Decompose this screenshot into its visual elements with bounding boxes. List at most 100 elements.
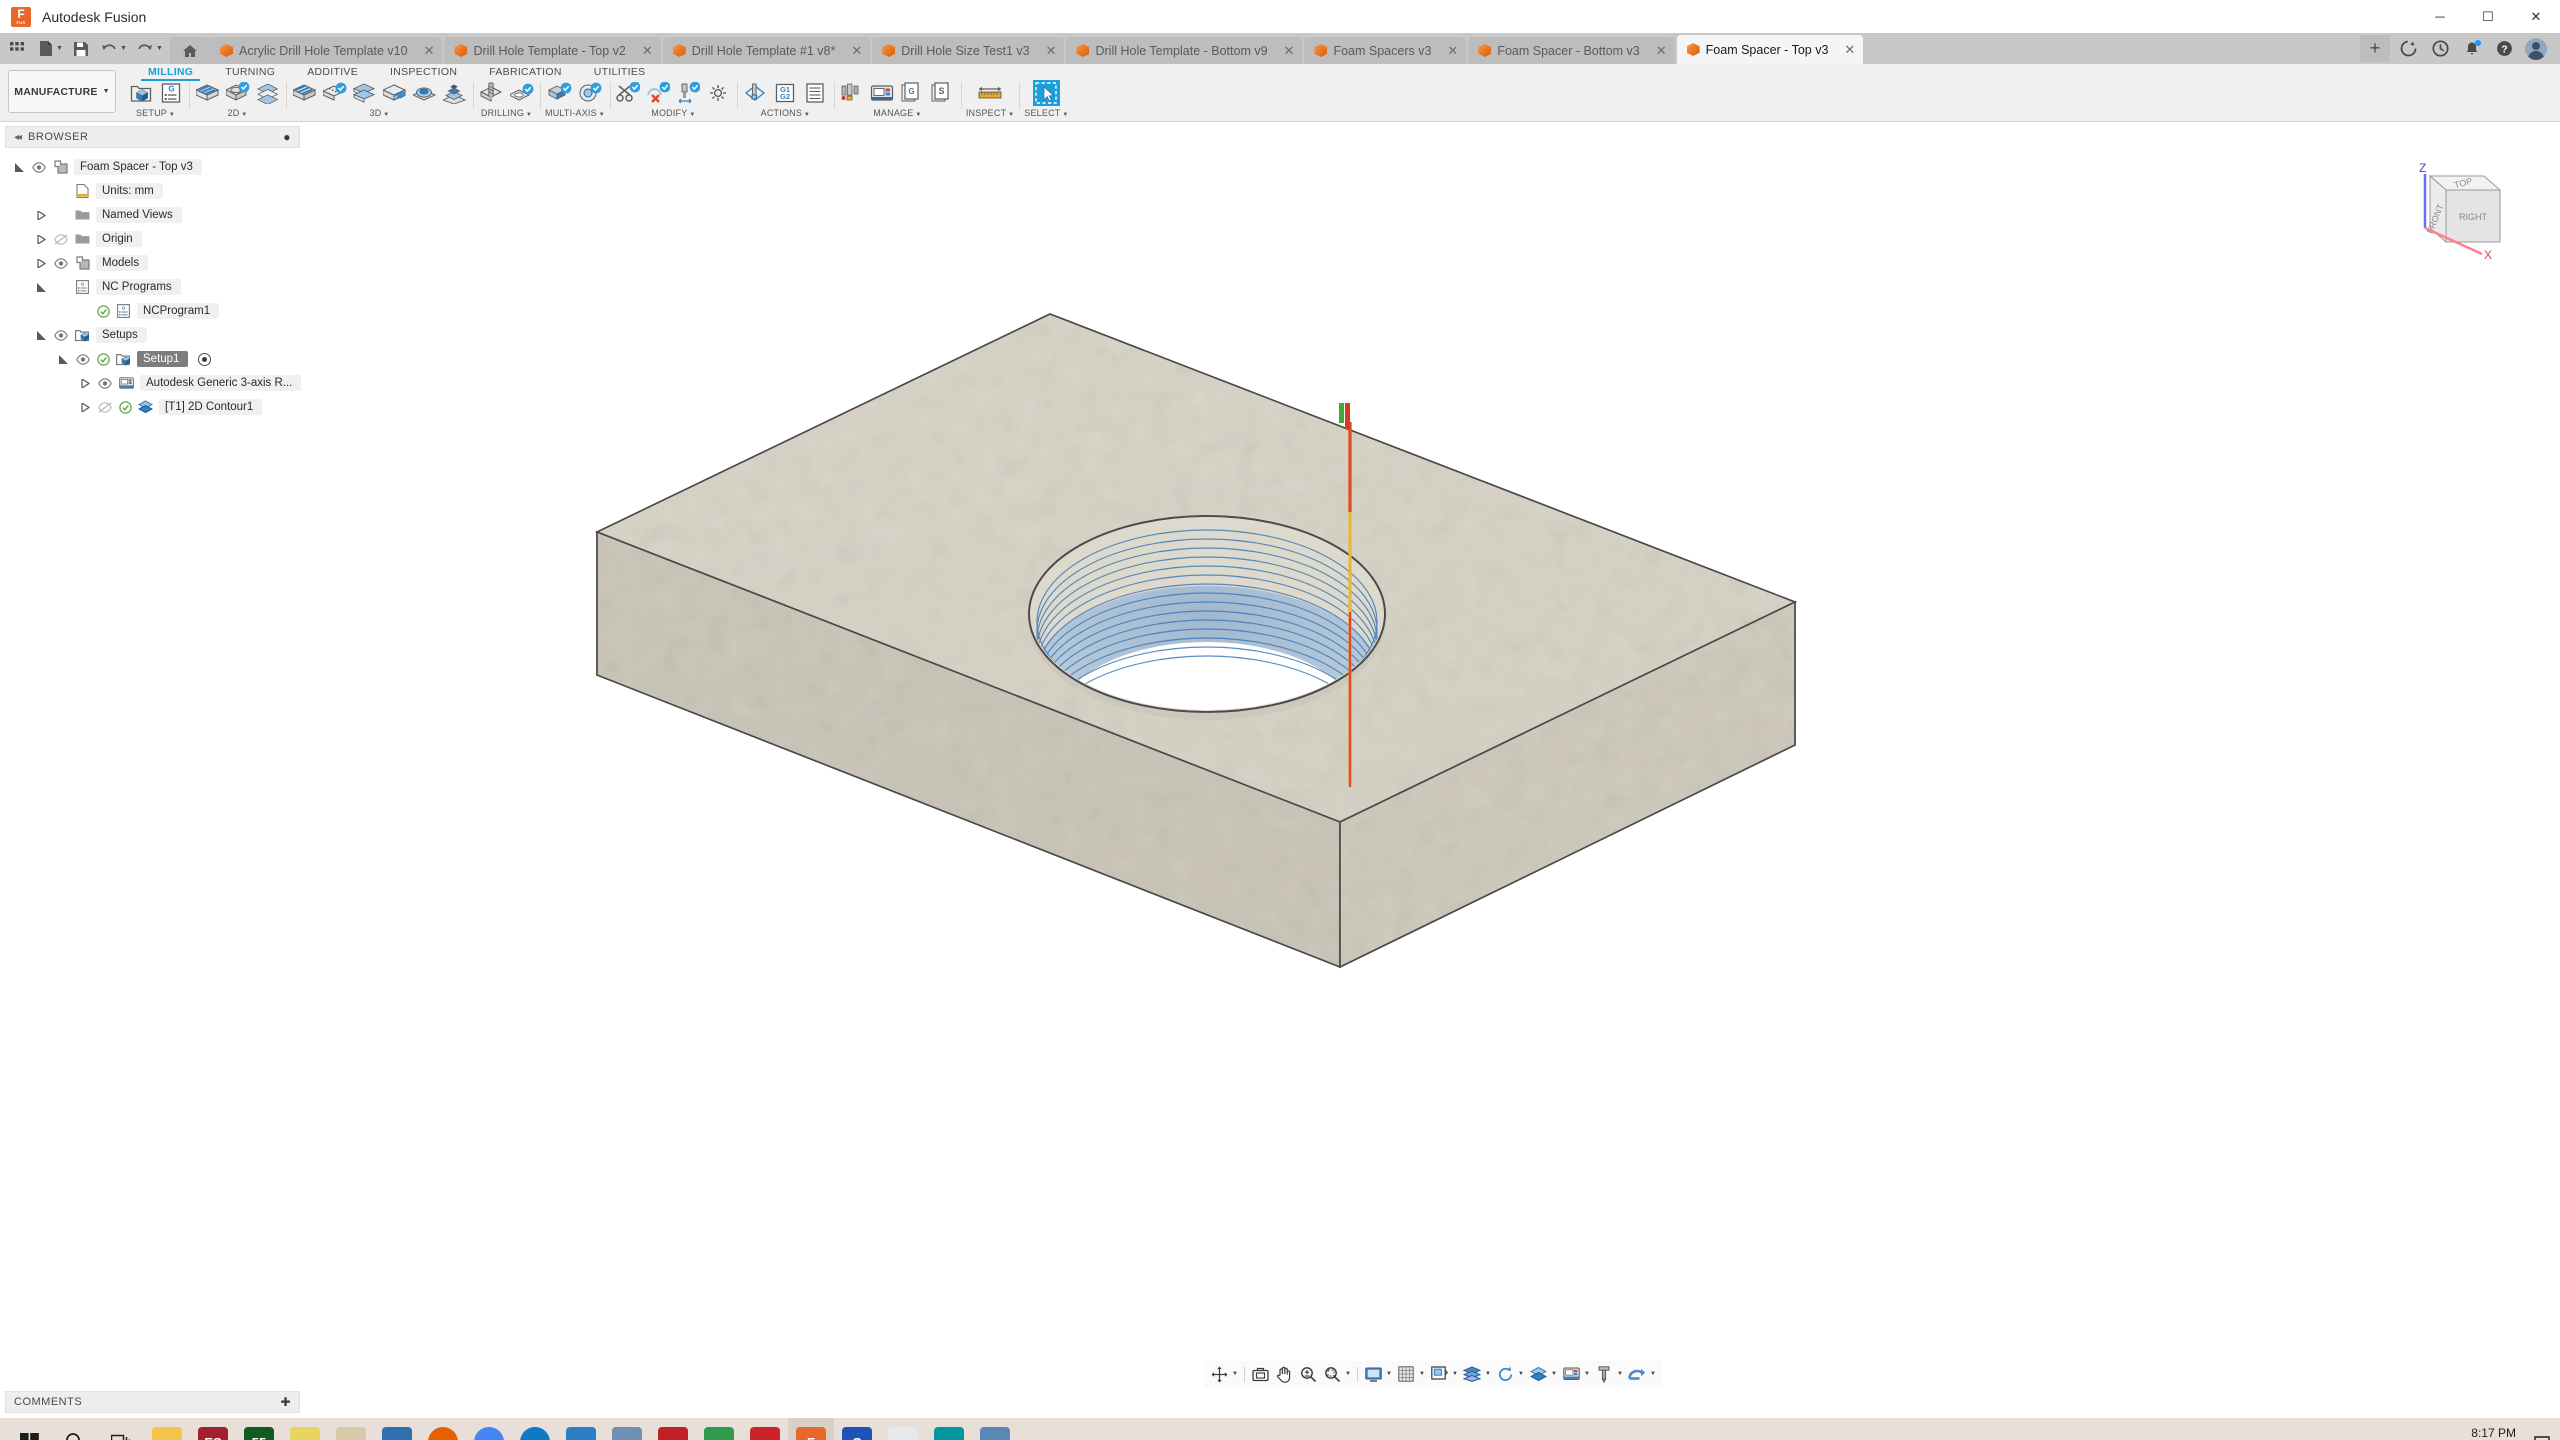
workspace-selector[interactable]: MANUFACTURE ▼ (8, 70, 116, 113)
taskbar-app-microsoft-edge[interactable] (512, 1418, 558, 1440)
help-question-icon[interactable]: ? (2490, 35, 2518, 63)
document-tab[interactable]: Drill Hole Template #1 v8* ✕ (662, 37, 871, 64)
simulate-icon[interactable] (742, 80, 769, 106)
active-setup-radio[interactable] (198, 352, 212, 366)
browser-tree-item-label[interactable]: Named Views (96, 207, 182, 223)
refresh-view-icon[interactable] (1494, 1363, 1517, 1386)
close-button[interactable]: ✕ (2512, 0, 2560, 33)
orbit-icon[interactable] (1208, 1363, 1231, 1386)
browser-tree-item-label[interactable]: NCProgram1 (137, 303, 220, 319)
taskbar-app-remote-desktop[interactable] (604, 1418, 650, 1440)
expanded-triangle-icon[interactable] (34, 330, 48, 340)
close-tab-icon[interactable]: ✕ (642, 43, 653, 59)
tool-change-icon[interactable] (675, 80, 702, 106)
taskbar-app-virtualbox[interactable] (374, 1418, 420, 1440)
ribbon-group-label[interactable]: 2D ▼ (228, 108, 248, 118)
chevron-down-icon[interactable]: ▼ (1006, 112, 1014, 118)
chevron-down-icon[interactable]: ▼ (1517, 1371, 1526, 1377)
new-document-icon[interactable] (32, 36, 58, 62)
undo-caret-icon[interactable]: ▼ (120, 45, 130, 52)
taskbar-app-visual-studio-code[interactable] (558, 1418, 604, 1440)
document-tab[interactable]: Drill Hole Template - Bottom v9 ✕ (1066, 37, 1303, 64)
expanded-triangle-icon[interactable] (56, 354, 70, 364)
taskbar-app-app-55[interactable]: 55 (236, 1418, 282, 1440)
machine-display-icon[interactable] (1560, 1363, 1583, 1386)
chevron-down-icon[interactable]: ▼ (1344, 1371, 1353, 1377)
document-tab[interactable]: Foam Spacers v3 ✕ (1304, 37, 1467, 64)
document-tab[interactable]: Drill Hole Template - Top v2 ✕ (444, 37, 661, 64)
ribbon-group-label[interactable]: ACTIONS ▼ (761, 108, 810, 118)
tool-library-icon[interactable] (839, 80, 866, 106)
post-library-icon[interactable]: G (899, 80, 926, 106)
home-icon[interactable] (170, 37, 210, 64)
browser-tree-item[interactable]: Foam Spacer - Top v3 (0, 155, 305, 179)
chevron-down-icon[interactable]: ▼ (167, 112, 175, 118)
browser-tree-item-label[interactable]: Setups (96, 327, 147, 343)
browser-tree-item[interactable]: Origin (0, 227, 305, 251)
browser-tree-item-label[interactable]: Autodesk Generic 3-axis R... (140, 375, 302, 391)
toolpath-display-icon[interactable] (1626, 1363, 1649, 1386)
taskbar-app-gimp[interactable] (328, 1418, 374, 1440)
close-tab-icon[interactable]: ✕ (851, 43, 862, 59)
display-settings-icon[interactable] (1362, 1363, 1385, 1386)
job-status-clock-icon[interactable] (2426, 35, 2454, 63)
visibility-eye-icon[interactable] (97, 377, 113, 389)
view-cube[interactable]: TOP FRONT RIGHT Z X (2392, 154, 2512, 264)
visibility-eye-icon[interactable] (31, 161, 47, 173)
browser-tree-item[interactable]: Named Views (0, 203, 305, 227)
chevron-down-icon[interactable]: ▼ (802, 112, 810, 118)
browser-tree-item[interactable]: Autodesk Generic 3-axis R... (0, 371, 305, 395)
pocket-clearing-icon[interactable] (321, 80, 348, 106)
windows-start-icon[interactable] (6, 1418, 52, 1440)
viewport-canvas[interactable]: TOP FRONT RIGHT Z X ▼ ▼ ▼ ▼ ▼ ▼ ▼ ▼ ▼ ▼ ▼ (305, 122, 2560, 1391)
document-tab[interactable]: Drill Hole Size Test1 v3 ✕ (872, 37, 1065, 64)
browser-tree-item-label[interactable]: Setup1 (137, 351, 189, 367)
object-visibility-icon[interactable] (1527, 1363, 1550, 1386)
close-tab-icon[interactable]: ✕ (424, 43, 435, 59)
add-comment-icon[interactable]: ✚ (280, 1395, 291, 1409)
minimize-button[interactable]: ─ (2416, 0, 2464, 33)
g-code-icon[interactable]: G1 G2 (772, 80, 799, 106)
adaptive-2d-icon[interactable] (224, 80, 251, 106)
chevron-down-icon[interactable]: ▼ (597, 112, 605, 118)
refresh-icon[interactable] (2394, 35, 2422, 63)
select-icon[interactable] (1032, 80, 1060, 106)
zoom-icon[interactable] (1297, 1363, 1320, 1386)
grid-snaps-icon[interactable] (1395, 1363, 1418, 1386)
look-at-icon[interactable] (1249, 1363, 1272, 1386)
browser-tree-item[interactable]: Units: mm (0, 179, 305, 203)
browser-tree-item-label[interactable]: NC Programs (96, 279, 181, 295)
redo-caret-icon[interactable]: ▼ (156, 45, 166, 52)
chevron-down-icon[interactable]: ▼ (381, 112, 389, 118)
chevron-down-icon[interactable]: ▼ (1616, 1371, 1625, 1377)
ribbon-group-label[interactable]: MODIFY ▼ (651, 108, 695, 118)
visibility-eye-off-icon[interactable] (97, 401, 113, 413)
ribbon-group-label[interactable]: 3D ▼ (370, 108, 390, 118)
taskbar-app-calculator[interactable] (972, 1418, 1018, 1440)
drill-icon[interactable] (478, 80, 505, 106)
adaptive-3d-icon[interactable] (291, 80, 318, 106)
visibility-eye-icon[interactable] (75, 353, 91, 365)
taskbar-clock[interactable]: 8:17 PM 9/10/2024 (2463, 1425, 2530, 1440)
setup-sheet-icon[interactable] (802, 80, 829, 106)
chevron-down-icon[interactable]: ▼ (1231, 1371, 1240, 1377)
chevron-down-icon[interactable]: ▼ (239, 112, 247, 118)
collapsed-triangle-icon[interactable] (78, 402, 92, 412)
browser-tree-item-label[interactable]: [T1] 2D Contour1 (159, 399, 263, 415)
taskbar-app-cura-slicer[interactable]: C (834, 1418, 880, 1440)
ribbon-group-label[interactable]: INSPECT ▼ (966, 108, 1014, 118)
chevron-down-icon[interactable]: ▼ (1061, 112, 1069, 118)
new-document-caret-icon[interactable]: ▼ (56, 45, 66, 52)
bore-icon[interactable]: + (508, 80, 535, 106)
visibility-eye-off-icon[interactable] (53, 233, 69, 245)
expanded-triangle-icon[interactable] (34, 282, 48, 292)
face-icon[interactable] (194, 80, 221, 106)
measure-icon[interactable] (977, 80, 1004, 106)
save-icon[interactable] (68, 36, 94, 62)
app-grid-icon[interactable] (4, 36, 30, 62)
browser-tree-item[interactable]: [T1] 2D Contour1 (0, 395, 305, 419)
chevron-down-icon[interactable]: ▼ (1451, 1371, 1460, 1377)
visibility-eye-icon[interactable] (53, 329, 69, 341)
delete-toolpath-icon[interactable] (645, 80, 672, 106)
collapsed-triangle-icon[interactable] (34, 210, 48, 220)
